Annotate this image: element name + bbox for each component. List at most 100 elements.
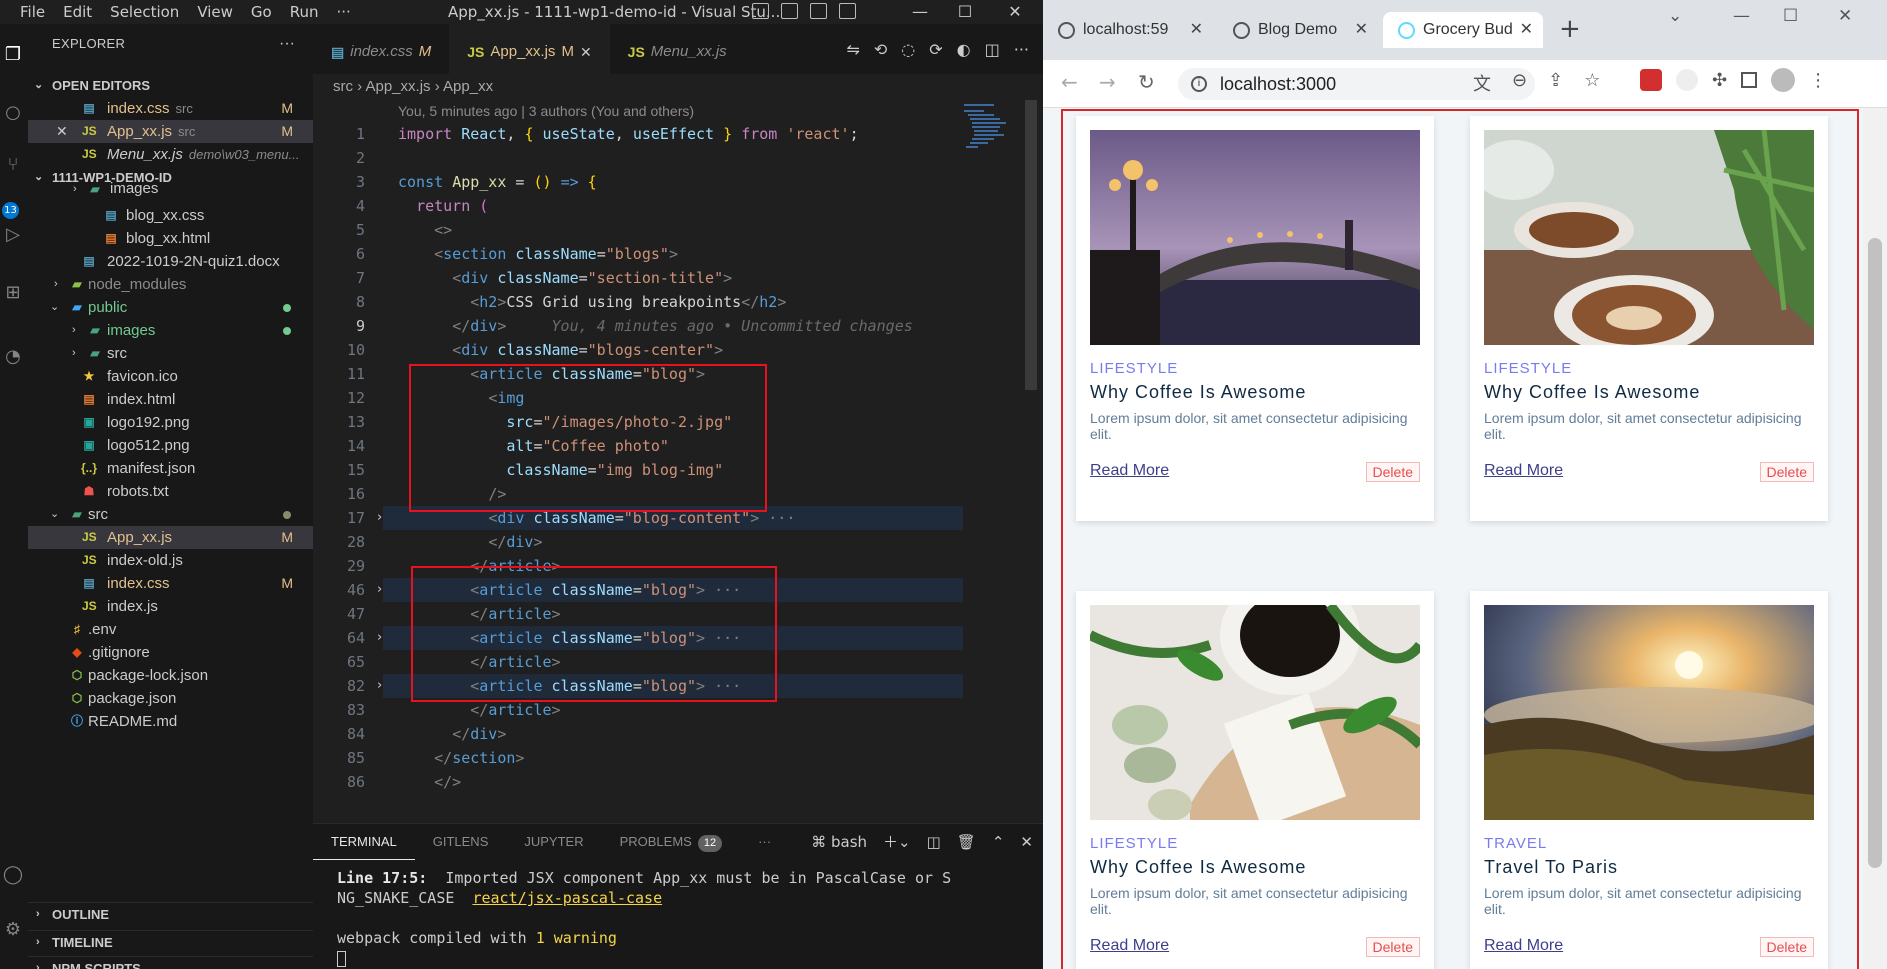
- scrollbar-thumb[interactable]: [1868, 238, 1882, 868]
- tree-file-package-json[interactable]: ⬡ package.json: [28, 687, 313, 710]
- code-line[interactable]: </div>: [398, 530, 542, 554]
- timeline-back-icon[interactable]: ⟲: [874, 24, 887, 76]
- extension-icon[interactable]: [1640, 69, 1662, 91]
- open-editors-header[interactable]: ⌄ OPEN EDITORS: [28, 74, 313, 97]
- panel-more-icon[interactable]: ···: [740, 824, 789, 860]
- explorer-icon[interactable]: ❐: [2, 44, 24, 66]
- tree-folder-public[interactable]: ⌄ ▰ public: [28, 296, 313, 319]
- tab-menu-js[interactable]: JS Menu_xx.js: [610, 24, 745, 80]
- menu-kebab-icon[interactable]: ⋮: [1809, 70, 1827, 91]
- browser-tab-blog-demo[interactable]: Blog Demo ✕: [1218, 12, 1378, 48]
- outline-section[interactable]: › OUTLINE: [28, 902, 313, 925]
- tree-file-blog-html[interactable]: ▤ blog_xx.html: [28, 227, 313, 250]
- tab-index-css[interactable]: ▤ index.css M: [313, 24, 449, 80]
- eslint-rule-link[interactable]: react/jsx-pascal-case: [472, 889, 662, 907]
- menu-file[interactable]: File: [0, 0, 54, 24]
- fold-chevron-icon[interactable]: ›: [377, 674, 382, 698]
- code-line[interactable]: import React, { useState, useEffect } fr…: [398, 122, 859, 146]
- forward-icon[interactable]: →: [1099, 70, 1116, 94]
- menu-run[interactable]: Run: [281, 0, 328, 24]
- code-line[interactable]: <section className="blogs">: [398, 242, 678, 266]
- terminal-output[interactable]: Line 17:5: Imported JSX component App_xx…: [337, 868, 951, 968]
- close-tab-icon[interactable]: ✕: [1190, 12, 1203, 48]
- trash-icon[interactable]: 🗑: [957, 824, 976, 860]
- reload-icon[interactable]: ↻: [1138, 70, 1155, 94]
- fold-chevron-icon[interactable]: ›: [377, 506, 382, 530]
- profile-avatar[interactable]: [1771, 68, 1796, 92]
- maximize-panel-icon[interactable]: ⌃: [992, 824, 1005, 860]
- tree-file-logo192[interactable]: ▣ logo192.png: [28, 411, 313, 434]
- toggle-panel-icon[interactable]: [781, 3, 798, 19]
- read-more-link[interactable]: Read More: [1484, 462, 1563, 480]
- breadcrumb[interactable]: src › App_xx.js › App_xx: [313, 74, 1043, 100]
- delete-button[interactable]: Delete: [1759, 462, 1814, 482]
- code-line[interactable]: </>: [398, 770, 461, 794]
- tab-app-js[interactable]: JS App_xx.js M ✕: [449, 24, 610, 80]
- code-line[interactable]: </div> You, 4 minutes ago • Uncommitted …: [398, 314, 913, 338]
- fold-chevron-icon[interactable]: ›: [377, 626, 382, 650]
- circle-icon[interactable]: ◌: [901, 24, 915, 76]
- customize-layout-icon[interactable]: [839, 3, 856, 19]
- tab-terminal[interactable]: TERMINAL: [313, 824, 415, 860]
- minimize-icon[interactable]: —: [1733, 6, 1750, 26]
- tree-folder-public-src[interactable]: › ▰ src: [28, 342, 313, 365]
- close-window-icon[interactable]: ✕: [995, 0, 1035, 24]
- close-window-icon[interactable]: ✕: [1838, 6, 1852, 26]
- tree-file-favicon[interactable]: ★ favicon.ico: [28, 365, 313, 388]
- tree-file-package-lock[interactable]: ⬡ package-lock.json: [28, 664, 313, 687]
- split-editor-icon[interactable]: ◫: [985, 24, 1000, 76]
- browser-tab-localhost[interactable]: localhost:59 ✕: [1043, 12, 1213, 48]
- close-panel-icon[interactable]: ✕: [1020, 824, 1033, 860]
- fold-chevron-icon[interactable]: ›: [377, 578, 382, 602]
- extension-icon[interactable]: [1676, 69, 1698, 91]
- forward-icon[interactable]: ⟳: [929, 24, 942, 76]
- menu-edit[interactable]: Edit: [54, 0, 101, 24]
- minimap[interactable]: [960, 100, 1022, 160]
- tab-jupyter[interactable]: JUPYTER: [506, 824, 601, 860]
- tree-file-env[interactable]: ♯ .env: [28, 618, 313, 641]
- read-more-link[interactable]: Read More: [1484, 937, 1563, 955]
- run-debug-icon[interactable]: ▷: [2, 224, 24, 246]
- maximize-icon[interactable]: ☐: [945, 0, 985, 24]
- tree-folder-public-images[interactable]: › ▰ images: [28, 319, 313, 342]
- code-line[interactable]: const App_xx = () => {: [398, 170, 597, 194]
- code-editor[interactable]: You, 5 minutes ago | 3 authors (You and …: [313, 100, 1043, 820]
- tab-gitlens[interactable]: GITLENS: [415, 824, 507, 860]
- code-line[interactable]: return (: [398, 194, 488, 218]
- tree-folder-node-modules[interactable]: › ▰ node_modules: [28, 273, 313, 296]
- close-tab-icon[interactable]: ✕: [1520, 12, 1533, 48]
- zoom-icon[interactable]: ⊖: [1512, 70, 1527, 96]
- menu-more[interactable]: ···: [328, 0, 360, 24]
- open-editor-index-css[interactable]: ▤ index.css src M: [28, 97, 313, 120]
- minimize-icon[interactable]: —: [900, 0, 940, 24]
- compare-icon[interactable]: ⇋: [846, 24, 859, 76]
- open-editor-menu-js[interactable]: JS Menu_xx.js demo\w03_menu...: [28, 143, 313, 166]
- new-tab-icon[interactable]: +: [1559, 14, 1581, 44]
- side-panel-icon[interactable]: [1741, 72, 1758, 88]
- page-scrollbar[interactable]: [1863, 108, 1887, 969]
- search-icon[interactable]: ○: [2, 102, 24, 124]
- code-line[interactable]: <h2>CSS Grid using breakpoints</h2>: [398, 290, 786, 314]
- new-terminal-icon[interactable]: ＋⌄: [883, 824, 911, 860]
- account-icon[interactable]: ◯: [2, 864, 24, 886]
- menu-view[interactable]: View: [188, 0, 242, 24]
- close-icon[interactable]: ✕: [56, 120, 68, 143]
- read-more-link[interactable]: Read More: [1090, 937, 1169, 955]
- tab-search-icon[interactable]: ⌄: [1668, 6, 1682, 26]
- tree-file-index-old-js[interactable]: JS index-old.js: [28, 549, 313, 572]
- tree-file-robots[interactable]: ☗ robots.txt: [28, 480, 313, 503]
- tree-file-blog-css[interactable]: ▤ blog_xx.css: [28, 204, 313, 227]
- settings-gear-icon[interactable]: ⚙: [2, 919, 24, 941]
- tree-folder-src[interactable]: ⌄ ▰ src: [28, 503, 313, 526]
- code-line[interactable]: </div>: [398, 722, 506, 746]
- puzzle-icon[interactable]: ✣: [1712, 70, 1727, 91]
- more-actions-icon[interactable]: ···: [1014, 24, 1029, 76]
- bookmark-star-icon[interactable]: ☆: [1584, 70, 1600, 96]
- code-line[interactable]: </section>: [398, 746, 524, 770]
- source-control-icon[interactable]: ⑂: [2, 154, 24, 176]
- tree-file-index-css[interactable]: ▤ index.css M: [28, 572, 313, 595]
- maximize-icon[interactable]: ☐: [1783, 6, 1798, 26]
- delete-button[interactable]: Delete: [1365, 937, 1420, 957]
- tab-problems[interactable]: PROBLEMS 12: [602, 824, 741, 860]
- tree-folder-images[interactable]: › ▰ images: [28, 182, 313, 200]
